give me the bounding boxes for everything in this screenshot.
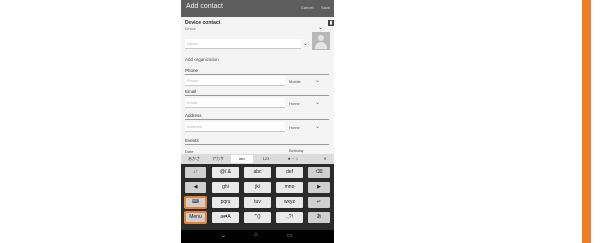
back-icon[interactable]: ⌄ [221, 232, 226, 239]
address-input[interactable]: Address [185, 122, 285, 132]
scroll-indicator: ▮ [328, 20, 334, 26]
address-type-chevron-icon[interactable]: ⌄ [315, 124, 320, 130]
page-title: Add contact [186, 3, 223, 10]
backspace-key[interactable]: ⌫ [308, 167, 330, 178]
cursor-left-key[interactable]: ◀ [185, 182, 206, 193]
cancel-button[interactable]: Cancel [301, 5, 313, 10]
accent-bar [582, 0, 591, 243]
add-organization-link[interactable]: Add organization [185, 57, 219, 62]
name-expand-chevron-icon[interactable]: ⌄ [303, 41, 308, 47]
recent-apps-icon[interactable]: ▭ [287, 232, 293, 239]
email-section-label: Email [185, 89, 197, 94]
contact-photo[interactable] [312, 32, 330, 50]
address-section-label: Address [185, 113, 202, 118]
tab-katakana[interactable]: アカサ [207, 155, 229, 163]
phone-input[interactable]: Phone [185, 76, 285, 86]
enter-key[interactable]: ↵ [308, 197, 330, 208]
system-nav-bar: ⌄ ⌂ ▭ [181, 230, 334, 243]
divider [185, 74, 329, 75]
tab-numbers[interactable]: 123 [255, 155, 277, 163]
divider [185, 119, 329, 120]
account-chevron-icon[interactable]: ⌄ [318, 25, 323, 31]
account-subtitle: Device [185, 27, 196, 31]
key-jkl[interactable]: jkl [244, 182, 271, 193]
key-symbols-at[interactable]: @/.& [212, 167, 239, 178]
address-type-selector[interactable]: Home [289, 125, 300, 130]
key-pqrs[interactable]: pqrs [212, 197, 239, 208]
email-type-selector[interactable]: Home [289, 101, 300, 106]
name-input[interactable]: Name [185, 39, 301, 49]
divider [185, 95, 329, 96]
email-type-chevron-icon[interactable]: ⌄ [315, 100, 320, 106]
email-input[interactable]: Email [185, 98, 285, 108]
phone-section-label: Phone [185, 68, 199, 73]
input-mode-key[interactable]: あ [308, 212, 330, 223]
cursor-move-key[interactable]: ↓↑ [185, 167, 206, 178]
account-title[interactable]: Device contact [185, 20, 220, 26]
keyboard-switch-key[interactable]: ⌨ [184, 196, 207, 209]
tab-hiragana[interactable]: あかさ [183, 155, 205, 163]
divider [185, 144, 329, 145]
app-bar: Add contact Cancel Save [181, 0, 334, 17]
software-keyboard: ↓↑ @/.& abc def ⌫ ◀ ghi jkl mno ▶ ⌨ pqrs… [181, 164, 334, 230]
keyboard-mode-tabs: あかさ アカサ abc 123 ★・☆ ✕ [181, 154, 334, 164]
key-ghi[interactable]: ghi [212, 182, 239, 193]
case-toggle-key[interactable]: a⇄A [212, 212, 239, 223]
phone-type-chevron-icon[interactable]: ⌄ [315, 78, 320, 84]
cursor-right-key[interactable]: ▶ [308, 182, 330, 193]
phone-screen: Add contact Cancel Save Device contact D… [181, 0, 334, 243]
contact-form: Device contact Device ⌄ ▮ Name ⌄ Add org… [181, 17, 334, 154]
save-button[interactable]: Save [321, 5, 330, 10]
key-def[interactable]: def [276, 167, 303, 178]
tab-symbols[interactable]: ★・☆ [279, 155, 307, 163]
key-quotes-parens[interactable]: '"() [244, 212, 271, 223]
key-wxyz[interactable]: wxyz [276, 197, 303, 208]
close-keyboard-icon[interactable]: ✕ [319, 155, 331, 163]
key-tuv[interactable]: tuv [244, 197, 271, 208]
key-punctuation[interactable]: .,?! [276, 212, 303, 223]
tab-alphabet[interactable]: abc [231, 155, 253, 163]
phone-type-selector[interactable]: Mobile [289, 79, 301, 84]
key-abc[interactable]: abc [244, 167, 271, 178]
home-icon[interactable]: ⌂ [254, 232, 258, 238]
menu-key[interactable]: Menu [184, 211, 207, 224]
events-section-label: Events [185, 138, 199, 143]
key-mno[interactable]: mno [276, 182, 303, 193]
event-type-selector[interactable]: Birthday [289, 148, 304, 153]
